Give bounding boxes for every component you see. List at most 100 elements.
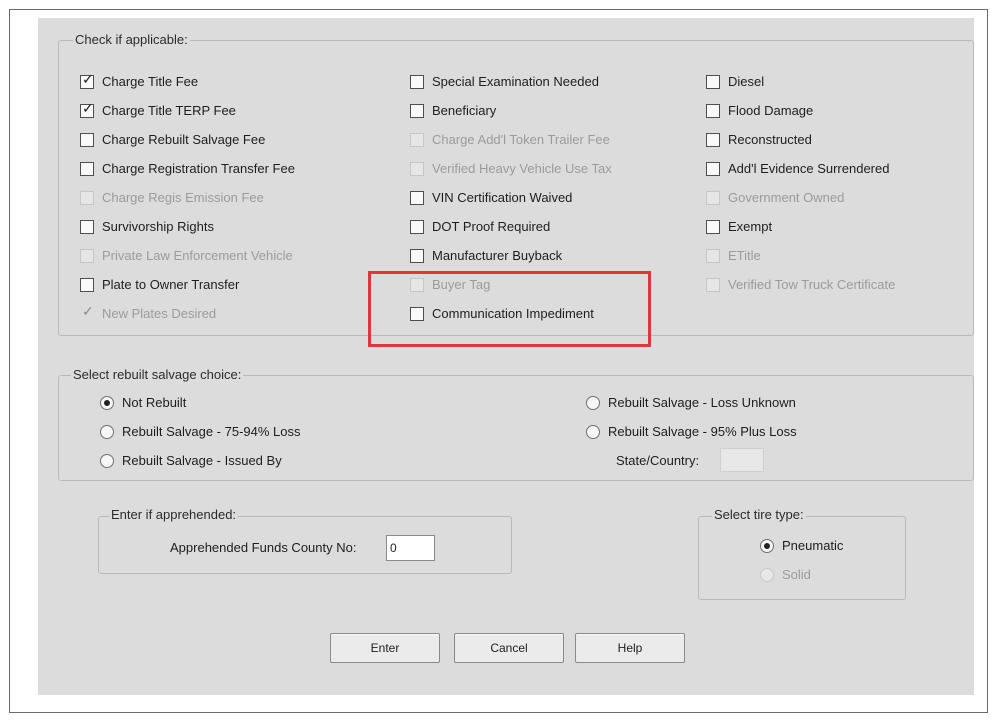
checkbox-box[interactable]: [80, 277, 94, 292]
radio-rebuilt-salvage-loss-unknown[interactable]: Rebuilt Salvage - Loss Unknown: [586, 395, 796, 410]
checkbox-box: [80, 248, 94, 263]
checkbox-box[interactable]: [706, 132, 720, 147]
checkbox-label: Charge Add'l Token Trailer Fee: [432, 132, 610, 147]
checkbox-label: Verified Heavy Vehicle Use Tax: [432, 161, 612, 176]
checkbox-label: Manufacturer Buyback: [432, 248, 563, 263]
checkbox-charge-title-terp-fee[interactable]: ✓ Charge Title TERP Fee: [80, 99, 236, 118]
checkbox-label: Add'l Evidence Surrendered: [728, 161, 890, 176]
checkbox-box: [706, 190, 720, 205]
checkbox-beneficiary[interactable]: Beneficiary: [410, 103, 496, 118]
state-country-input: [720, 448, 764, 472]
checkbox-label: Charge Registration Transfer Fee: [102, 161, 295, 176]
radio-dot-icon: [764, 542, 770, 549]
radio-circle: [760, 567, 774, 582]
checkbox-special-examination-needed[interactable]: Special Examination Needed: [410, 74, 599, 89]
radio-pneumatic[interactable]: Pneumatic: [760, 538, 843, 553]
checkbox-label: Reconstructed: [728, 132, 812, 147]
checkbox-box[interactable]: [410, 103, 424, 118]
checkbox-box[interactable]: [706, 219, 720, 234]
radio-circle[interactable]: [100, 424, 114, 439]
checkbox-label: Charge Title Fee: [102, 74, 199, 89]
checkbox-addl-evidence-surrendered[interactable]: Add'l Evidence Surrendered: [706, 161, 889, 176]
checkbox-label: Verified Tow Truck Certificate: [728, 277, 896, 292]
checkbox-charge-title-fee[interactable]: ✓ Charge Title Fee: [80, 70, 199, 89]
checkbox-label: DOT Proof Required: [432, 219, 551, 234]
checkbox-label: Charge Regis Emission Fee: [102, 190, 264, 205]
title-options-dialog: Check if applicable: ✓ Charge Title Fee …: [38, 18, 974, 695]
checkbox-label: Plate to Owner Transfer: [102, 277, 240, 292]
radio-label: Pneumatic: [782, 538, 844, 553]
radio-circle[interactable]: [100, 453, 114, 468]
checkbox-box: [410, 132, 424, 147]
radio-label: Solid: [782, 567, 811, 582]
checkbox-reconstructed[interactable]: Reconstructed: [706, 132, 812, 147]
apprehended-funds-label: Apprehended Funds County No:: [170, 540, 357, 555]
checkbox-etitle: ETitle: [706, 248, 761, 263]
checkbox-label: ETitle: [728, 248, 761, 263]
checkbox-charge-rebuilt-salvage-fee[interactable]: Charge Rebuilt Salvage Fee: [80, 132, 265, 147]
checkbox-box[interactable]: ✓: [80, 99, 94, 118]
checkbox-box[interactable]: [80, 161, 94, 176]
state-country-label: State/Country:: [616, 453, 700, 468]
checkbox-exempt[interactable]: Exempt: [706, 219, 772, 234]
checkbox-diesel[interactable]: Diesel: [706, 74, 764, 89]
checkbox-box[interactable]: ✓: [80, 70, 94, 89]
checkbox-charge-registration-transfer-fee[interactable]: Charge Registration Transfer Fee: [80, 161, 295, 176]
checkbox-label: Survivorship Rights: [102, 219, 214, 234]
checkbox-label: Beneficiary: [432, 103, 497, 118]
radio-rebuilt-salvage-95-plus[interactable]: Rebuilt Salvage - 95% Plus Loss: [586, 424, 797, 439]
radio-rebuilt-salvage-75-94[interactable]: Rebuilt Salvage - 75-94% Loss: [100, 424, 301, 439]
enter-button[interactable]: Enter: [330, 633, 440, 663]
radio-rebuilt-salvage-issued-by[interactable]: Rebuilt Salvage - Issued By: [100, 453, 282, 468]
radio-label: Rebuilt Salvage - Issued By: [122, 453, 282, 468]
screenshot-frame: Check if applicable: ✓ Charge Title Fee …: [9, 9, 988, 713]
highlight-box: [368, 271, 651, 347]
salvage-group-title: Select rebuilt salvage choice:: [71, 367, 244, 382]
radio-solid: Solid: [760, 567, 811, 582]
radio-dot-icon: [104, 399, 110, 406]
help-button[interactable]: Help: [575, 633, 685, 663]
radio-circle[interactable]: [760, 538, 774, 553]
radio-circle[interactable]: [100, 395, 114, 410]
checkbox-charge-addl-token-trailer-fee: Charge Add'l Token Trailer Fee: [410, 132, 610, 147]
checkbox-survivorship-rights[interactable]: Survivorship Rights: [80, 219, 214, 234]
cancel-button[interactable]: Cancel: [454, 633, 564, 663]
checkbox-box[interactable]: [706, 161, 720, 176]
checkbox-box: [410, 161, 424, 176]
checkbox-label: Special Examination Needed: [432, 74, 599, 89]
checkbox-box[interactable]: [706, 103, 720, 118]
checkbox-verified-heavy-vehicle-use-tax: Verified Heavy Vehicle Use Tax: [410, 161, 612, 176]
checkbox-label: Government Owned: [728, 190, 845, 205]
radio-label: Rebuilt Salvage - 95% Plus Loss: [608, 424, 797, 439]
checkbox-box[interactable]: [410, 190, 424, 205]
checkbox-box[interactable]: [80, 219, 94, 234]
radio-label: Not Rebuilt: [122, 395, 187, 410]
checkbox-dot-proof-required[interactable]: DOT Proof Required: [410, 219, 550, 234]
checkbox-label: Exempt: [728, 219, 773, 234]
radio-circle[interactable]: [586, 395, 600, 410]
checkbox-box[interactable]: [80, 132, 94, 147]
checkbox-box[interactable]: [410, 219, 424, 234]
checkbox-label: VIN Certification Waived: [432, 190, 573, 205]
checkmark-icon: ✓: [82, 99, 94, 116]
checkbox-plate-to-owner-transfer[interactable]: Plate to Owner Transfer: [80, 277, 239, 292]
checkbox-box[interactable]: [410, 74, 424, 89]
radio-label: Rebuilt Salvage - 75-94% Loss: [122, 424, 301, 439]
checkbox-vin-certification-waived[interactable]: VIN Certification Waived: [410, 190, 572, 205]
checkbox-box[interactable]: [410, 248, 424, 263]
checkbox-label: Charge Title TERP Fee: [102, 103, 236, 118]
checkbox-box: [706, 277, 720, 292]
checkbox-private-law-enforcement-vehicle: Private Law Enforcement Vehicle: [80, 248, 293, 263]
tire-group-title: Select tire type:: [712, 507, 806, 522]
checkmark-icon: ✓: [82, 70, 94, 87]
apprehended-group-title: Enter if apprehended:: [109, 507, 239, 522]
checkbox-flood-damage[interactable]: Flood Damage: [706, 103, 813, 118]
checkbox-label: Private Law Enforcement Vehicle: [102, 248, 293, 263]
checkbox-manufacturer-buyback[interactable]: Manufacturer Buyback: [410, 248, 562, 263]
checkbox-box[interactable]: [706, 74, 720, 89]
radio-label: Rebuilt Salvage - Loss Unknown: [608, 395, 796, 410]
apprehended-funds-input[interactable]: 0: [386, 535, 435, 561]
radio-circle[interactable]: [586, 424, 600, 439]
applicable-group-title: Check if applicable:: [73, 32, 190, 47]
radio-not-rebuilt[interactable]: Not Rebuilt: [100, 395, 186, 410]
